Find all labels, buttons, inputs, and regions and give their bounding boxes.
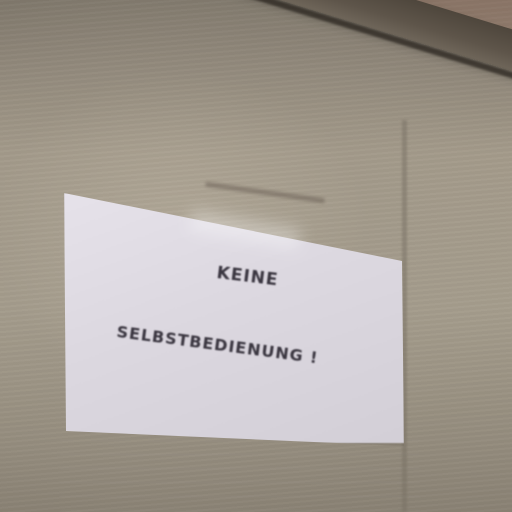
wall-panel-lines: [60, 440, 420, 512]
tape-mark: [205, 181, 325, 204]
photo-scene: KEINE SELBSTBEDIENUNG !: [0, 0, 512, 512]
ceiling-beam: [208, 0, 512, 102]
